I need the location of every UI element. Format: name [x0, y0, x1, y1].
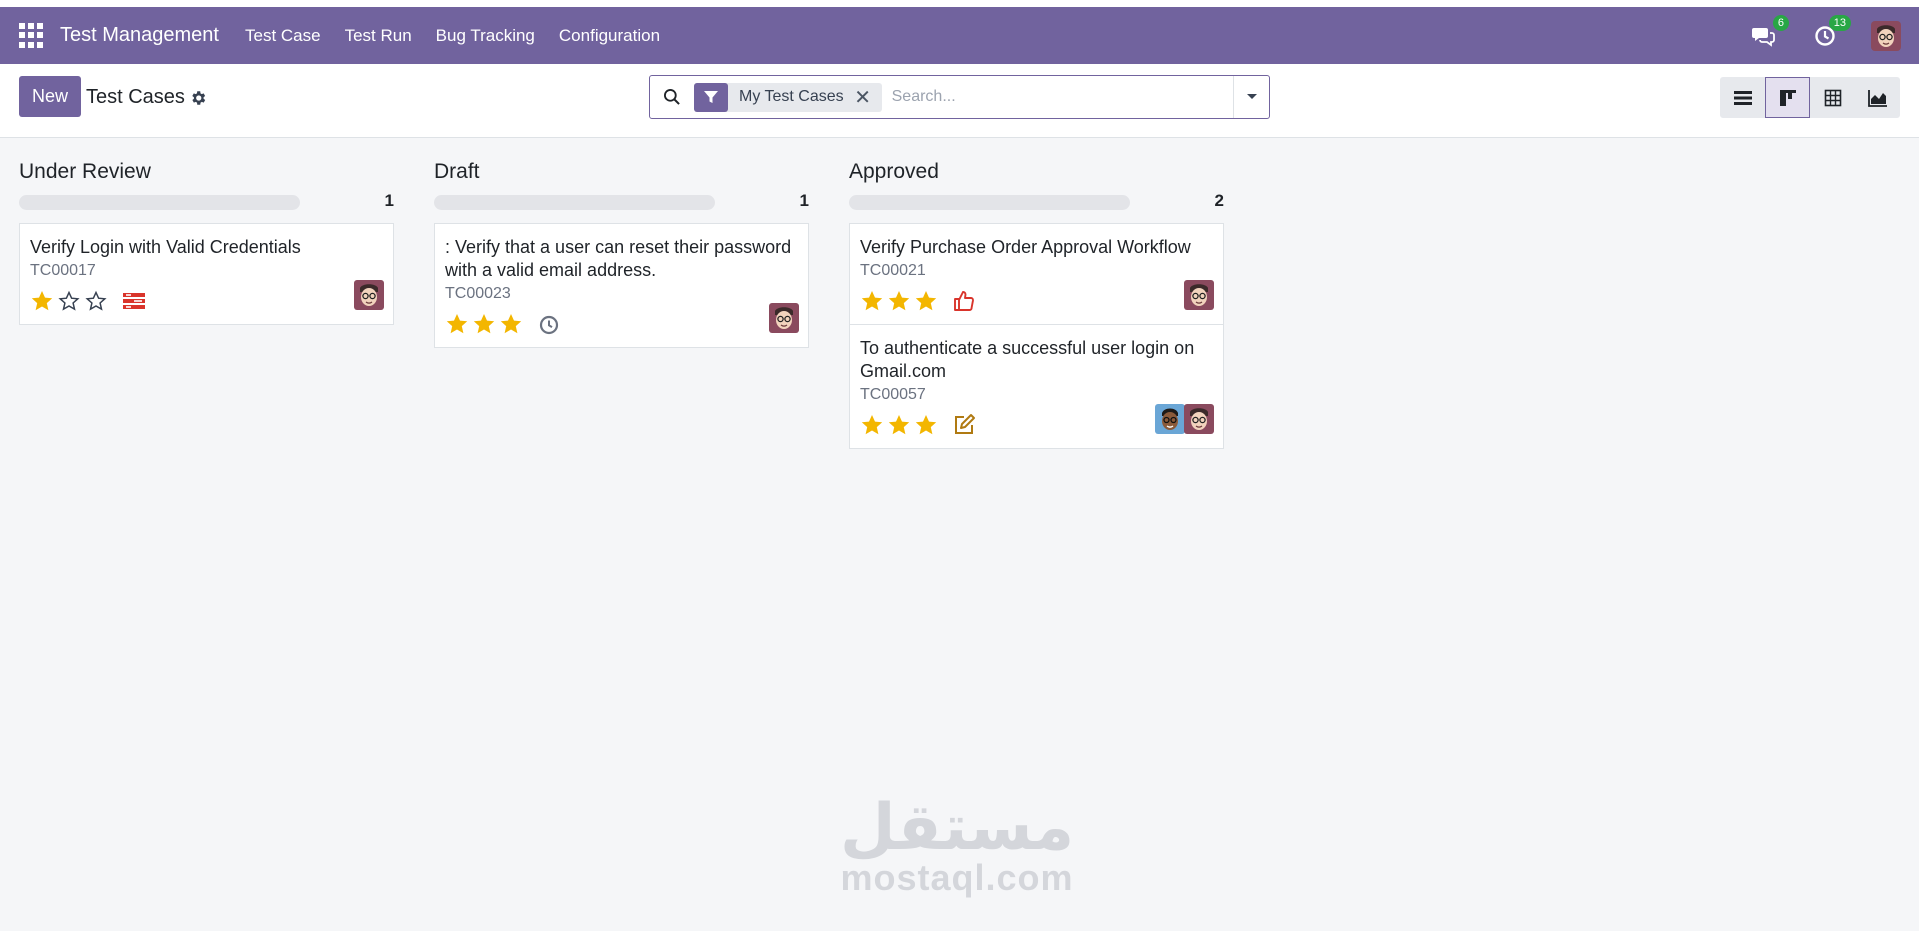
top-strip	[0, 0, 1919, 7]
column-count: 1	[799, 191, 809, 210]
kanban-card[interactable]: Verify Login with Valid Credentials TC00…	[19, 223, 394, 325]
column-title[interactable]: Approved	[849, 138, 1224, 184]
avatar[interactable]	[1155, 404, 1185, 434]
search-icon[interactable]	[662, 87, 682, 107]
menu-configuration[interactable]: Configuration	[559, 26, 660, 46]
facet-label: My Test Cases	[739, 88, 844, 105]
star-filled-icon[interactable]	[914, 289, 938, 313]
search-options-toggle[interactable]	[1233, 76, 1269, 118]
card-reference: TC00023	[445, 285, 511, 302]
avatar[interactable]	[1184, 280, 1214, 310]
search-facet: My Test Cases ✕	[694, 82, 882, 112]
new-button[interactable]: New	[19, 76, 81, 117]
column-draft: Draft 1 : Verify that a user can reset t…	[434, 138, 809, 449]
menu-bug-tracking[interactable]: Bug Tracking	[436, 26, 535, 46]
card-assignees	[1155, 404, 1214, 434]
column-progress: 1	[19, 191, 394, 211]
messages-button[interactable]: 6	[1751, 14, 1789, 48]
kanban-icon	[1779, 89, 1796, 106]
area-chart-icon	[1867, 89, 1887, 107]
main-navbar: Test Management Test Case Test Run Bug T…	[0, 7, 1919, 64]
column-count: 2	[1214, 191, 1224, 210]
card-assignees	[354, 280, 384, 310]
star-filled-icon[interactable]	[30, 289, 54, 313]
progress-bar[interactable]	[19, 195, 300, 210]
kanban-card[interactable]: Verify Purchase Order Approval Workflow …	[849, 223, 1224, 325]
list-icon	[1733, 90, 1752, 105]
column-approved: Approved 2 Verify Purchase Order Approva…	[849, 138, 1224, 449]
progress-bar[interactable]	[434, 195, 715, 210]
progress-bar[interactable]	[849, 195, 1130, 210]
card-assignees	[1184, 280, 1214, 310]
view-switcher	[1720, 77, 1900, 118]
activities-button[interactable]: 13	[1813, 14, 1851, 48]
avatar[interactable]	[1184, 404, 1214, 434]
card-reference: TC00017	[30, 262, 96, 279]
chat-bubbles-icon	[1752, 27, 1775, 47]
card-title: Verify Purchase Order Approval Workflow	[860, 237, 1191, 257]
pivot-view-button[interactable]	[1810, 77, 1855, 118]
kanban-card[interactable]: : Verify that a user can reset their pas…	[434, 223, 809, 348]
list-view-button[interactable]	[1720, 77, 1765, 118]
card-footer	[30, 288, 383, 314]
column-progress: 1	[434, 191, 809, 211]
kanban-card[interactable]: To authenticate a successful user login …	[849, 325, 1224, 449]
control-panel: New Test Cases My Test Cases ✕	[0, 64, 1919, 138]
watermark: مستقل mostaql.com	[840, 791, 1075, 898]
card-reference: TC00021	[860, 262, 926, 279]
star-filled-icon[interactable]	[860, 289, 884, 313]
column-count: 1	[384, 191, 394, 210]
kanban-view-button[interactable]	[1765, 77, 1810, 118]
close-icon[interactable]: ✕	[852, 86, 874, 109]
star-filled-icon[interactable]	[472, 312, 496, 336]
star-filled-icon[interactable]	[860, 413, 884, 437]
card-title: To authenticate a successful user login …	[860, 338, 1195, 381]
column-progress: 2	[849, 191, 1224, 211]
watermark-latin: mostaql.com	[840, 857, 1074, 898]
card-reference: TC00057	[860, 386, 926, 403]
search-bar: My Test Cases ✕	[649, 75, 1270, 119]
card-footer	[860, 288, 1213, 314]
card-title: Verify Login with Valid Credentials	[30, 237, 301, 257]
star-filled-icon[interactable]	[887, 289, 911, 313]
card-assignees	[769, 303, 799, 333]
star-empty-icon[interactable]	[57, 289, 81, 313]
filter-icon	[694, 82, 728, 112]
thumbs-up-icon	[954, 291, 974, 311]
apps-grid-icon[interactable]	[19, 22, 45, 49]
app-title[interactable]: Test Management	[60, 24, 219, 47]
messages-count-badge: 6	[1772, 14, 1789, 31]
edit-icon	[955, 414, 975, 434]
star-filled-icon[interactable]	[914, 413, 938, 437]
gear-icon[interactable]	[189, 89, 207, 107]
column-title[interactable]: Draft	[434, 138, 809, 184]
blocked-bars-icon	[123, 293, 145, 309]
search-input[interactable]	[881, 77, 1233, 117]
clock-icon[interactable]	[537, 312, 561, 336]
star-empty-icon[interactable]	[84, 289, 108, 313]
menu-test-case[interactable]: Test Case	[245, 26, 321, 46]
card-title: : Verify that a user can reset their pas…	[445, 237, 792, 280]
menu-test-run[interactable]: Test Run	[345, 26, 412, 46]
avatar[interactable]	[769, 303, 799, 333]
star-filled-icon[interactable]	[499, 312, 523, 336]
pivot-icon	[1824, 89, 1841, 106]
systray: 6 13	[1713, 7, 1901, 64]
star-filled-icon[interactable]	[887, 413, 911, 437]
breadcrumb-title: Test Cases	[86, 86, 185, 108]
column-title[interactable]: Under Review	[19, 138, 394, 184]
watermark-arabic: مستقل	[840, 791, 1075, 865]
graph-view-button[interactable]	[1855, 77, 1900, 118]
card-footer	[445, 311, 798, 337]
kanban-board: Under Review 1 Verify Login with Valid C…	[19, 138, 1264, 449]
star-filled-icon[interactable]	[445, 312, 469, 336]
activities-count-badge: 13	[1828, 14, 1851, 31]
avatar[interactable]	[354, 280, 384, 310]
user-avatar[interactable]	[1871, 20, 1901, 51]
caret-down-icon	[1246, 94, 1257, 99]
column-under-review: Under Review 1 Verify Login with Valid C…	[19, 138, 394, 449]
